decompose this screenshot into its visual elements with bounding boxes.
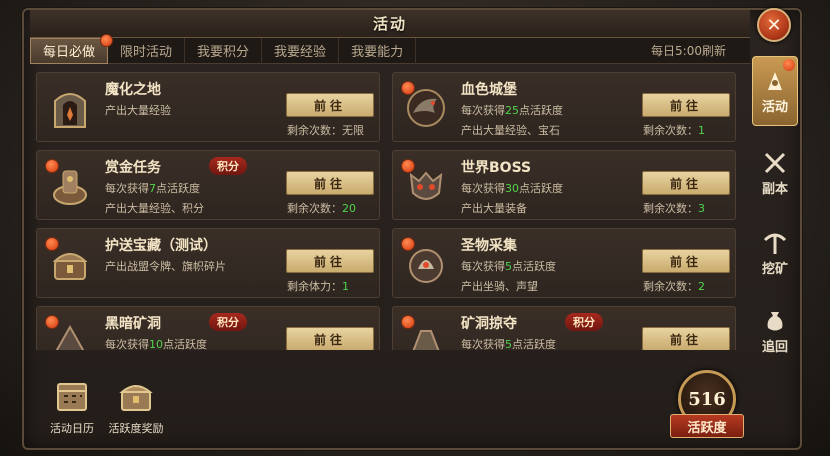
go-button[interactable]: 前往 — [642, 93, 730, 117]
title-bar: 活动 — [30, 10, 750, 38]
dark-mine-icon — [43, 315, 97, 350]
activity-card: 赏金任务 积分 每次获得7点活跃度 产出大量经验、积分 前往 剩余次数：20 — [36, 150, 380, 220]
activity-card: 黑暗矿洞 积分 每次获得10点活跃度 前往 — [36, 306, 380, 350]
page-title: 活动 — [372, 15, 407, 33]
card-desc: 每次获得30点活跃度 — [461, 182, 563, 195]
card-desc: 每次获得5点活跃度 — [461, 260, 556, 273]
mine-raid-icon — [399, 315, 453, 350]
crossed-swords-icon — [764, 152, 786, 173]
sidebar-item-label: 副本 — [761, 181, 788, 197]
go-button[interactable]: 前往 — [642, 171, 730, 195]
portal-icon — [43, 81, 97, 135]
points-badge: 积分 — [209, 157, 247, 175]
points-badge: 积分 — [565, 313, 603, 331]
go-button[interactable]: 前往 — [286, 93, 374, 117]
card-title: 血色城堡 — [461, 82, 517, 98]
tab-daily[interactable]: 每日必做 — [30, 33, 114, 64]
card-desc: 产出大量经验 — [105, 104, 171, 117]
card-reward: 产出坐骑、声望 — [461, 280, 538, 293]
go-button[interactable]: 前往 — [642, 249, 730, 273]
tab-label: 限时活动 — [120, 45, 173, 60]
sidebar-item-label: 追回 — [761, 339, 788, 355]
refresh-time: 每日5:00刷新 — [651, 44, 726, 58]
go-button[interactable]: 前往 — [286, 249, 374, 273]
notification-dot-icon — [783, 59, 795, 71]
relic-gather-icon — [399, 237, 453, 291]
card-desc: 产出战盟令牌、旗帜碎片 — [105, 260, 226, 273]
card-title: 赏金任务 — [105, 160, 161, 176]
points-badge: 积分 — [209, 313, 247, 331]
card-title: 黑暗矿洞 — [105, 316, 161, 332]
activity-card: 血色城堡 每次获得25点活跃度 产出大量经验、宝石 前往 剩余次数：1 — [392, 72, 736, 142]
go-button[interactable]: 前往 — [286, 327, 374, 350]
activity-card: 魔化之地 产出大量经验 前往 剩余次数：无限 — [36, 72, 380, 142]
tab-ability[interactable]: 我要能力 — [339, 37, 417, 64]
calendar-icon — [57, 383, 87, 411]
tab-points[interactable]: 我要积分 — [185, 37, 263, 64]
card-desc: 每次获得25点活跃度 — [461, 104, 563, 117]
card-reward: 产出大量经验、宝石 — [461, 124, 560, 137]
activity-card: 护送宝藏（测试） 产出战盟令牌、旗帜碎片 前往 剩余体力：1 — [36, 228, 380, 298]
card-title: 圣物采集 — [461, 238, 517, 254]
card-title: 护送宝藏（测试） — [105, 238, 217, 254]
activity-points[interactable]: 516 活跃度 — [670, 370, 744, 442]
go-button[interactable]: 前往 — [286, 171, 374, 195]
dragon-castle-icon — [399, 81, 453, 135]
remaining-count: 剩余次数：3 — [643, 202, 705, 215]
treasure-chest-icon — [119, 385, 153, 411]
sidebar-item-retrieve[interactable]: 追回 — [752, 296, 798, 366]
activity-icon — [768, 71, 782, 90]
activity-card: 世界BOSS 每次获得30点活跃度 产出大量装备 前往 剩余次数：3 — [392, 150, 736, 220]
sidebar-item-activity[interactable]: 活动 — [752, 56, 798, 126]
tab-limited[interactable]: 限时活动 — [108, 37, 186, 64]
demon-boss-icon — [399, 159, 453, 213]
remaining-count: 剩余次数：2 — [643, 280, 705, 293]
card-reward: 产出大量经验、积分 — [105, 202, 204, 215]
card-title: 魔化之地 — [105, 82, 161, 98]
activity-card: 圣物采集 每次获得5点活跃度 产出坐骑、声望 前往 剩余次数：2 — [392, 228, 736, 298]
sidebar-item-mining[interactable]: 挖矿 — [752, 218, 798, 288]
card-desc: 每次获得5点活跃度 — [461, 338, 556, 350]
activity-list: 魔化之地 产出大量经验 前往 剩余次数：无限 血色城堡 每次获得25点活跃度 产… — [36, 72, 742, 350]
remaining-count: 剩余次数：无限 — [287, 124, 364, 137]
card-title: 世界BOSS — [461, 160, 532, 176]
remaining-stamina: 剩余体力：1 — [287, 280, 349, 293]
money-bag-icon — [767, 311, 783, 330]
remaining-count: 剩余次数：1 — [643, 124, 705, 137]
sidebar-item-label: 活动 — [761, 99, 788, 115]
tab-label: 我要经验 — [274, 45, 327, 60]
calendar-label: 活动日历 — [50, 422, 94, 435]
category-sidebar: 活动 副本 挖矿 追回 — [752, 56, 798, 386]
tab-bar: 每日必做 限时活动 我要积分 我要经验 我要能力 每日5:00刷新 — [30, 33, 750, 64]
card-reward: 产出大量装备 — [461, 202, 527, 215]
sidebar-item-label: 挖矿 — [761, 261, 788, 277]
card-title: 矿洞掠夺 — [461, 316, 517, 332]
reward-label: 活跃度奖励 — [108, 422, 164, 435]
pickaxe-icon — [763, 233, 787, 254]
tab-label: 我要积分 — [197, 45, 250, 60]
activity-reward-button[interactable]: 活跃度奖励 — [104, 376, 168, 438]
bounty-icon — [43, 159, 97, 213]
sidebar-item-dungeon[interactable]: 副本 — [752, 138, 798, 208]
activity-card: 矿洞掠夺 积分 每次获得5点活跃度 前往 — [392, 306, 736, 350]
close-button[interactable]: ✕ — [757, 8, 791, 42]
tab-exp[interactable]: 我要经验 — [262, 37, 340, 64]
activity-label: 活跃度 — [670, 414, 744, 438]
activity-calendar-button[interactable]: 活动日历 — [40, 376, 104, 438]
remaining-count: 剩余次数：20 — [287, 202, 356, 215]
tab-label: 每日必做 — [43, 45, 96, 60]
tab-label: 我要能力 — [351, 45, 404, 60]
card-desc: 每次获得10点活跃度 — [105, 338, 207, 350]
go-button[interactable]: 前往 — [642, 327, 730, 350]
card-desc: 每次获得7点活跃度 — [105, 182, 200, 195]
treasure-escort-icon — [43, 237, 97, 291]
